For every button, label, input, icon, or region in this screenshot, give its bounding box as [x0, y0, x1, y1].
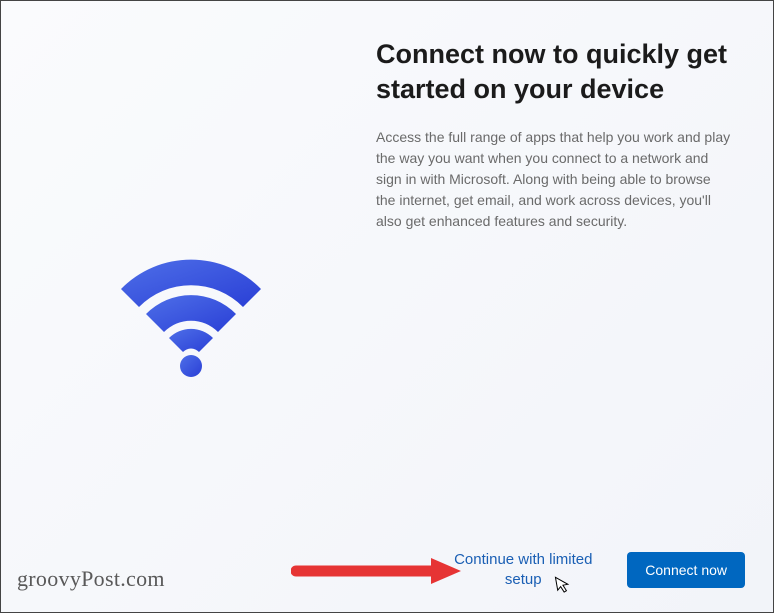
wifi-icon	[111, 234, 271, 394]
annotation-arrow	[291, 556, 461, 586]
page-description: Access the full range of apps that help …	[376, 127, 733, 232]
connect-now-button[interactable]: Connect now	[627, 552, 745, 588]
setup-screen: Connect now to quickly get started on yo…	[1, 1, 773, 612]
footer-actions: Continue with limited setup Connect now	[443, 550, 745, 591]
page-title: Connect now to quickly get started on yo…	[376, 37, 733, 107]
continue-limited-setup-link[interactable]: Continue with limited setup	[443, 550, 603, 591]
cursor-icon	[554, 574, 573, 597]
illustration-panel	[1, 1, 361, 612]
content-panel: Connect now to quickly get started on yo…	[361, 1, 773, 612]
watermark: groovyPost.com	[17, 566, 165, 592]
